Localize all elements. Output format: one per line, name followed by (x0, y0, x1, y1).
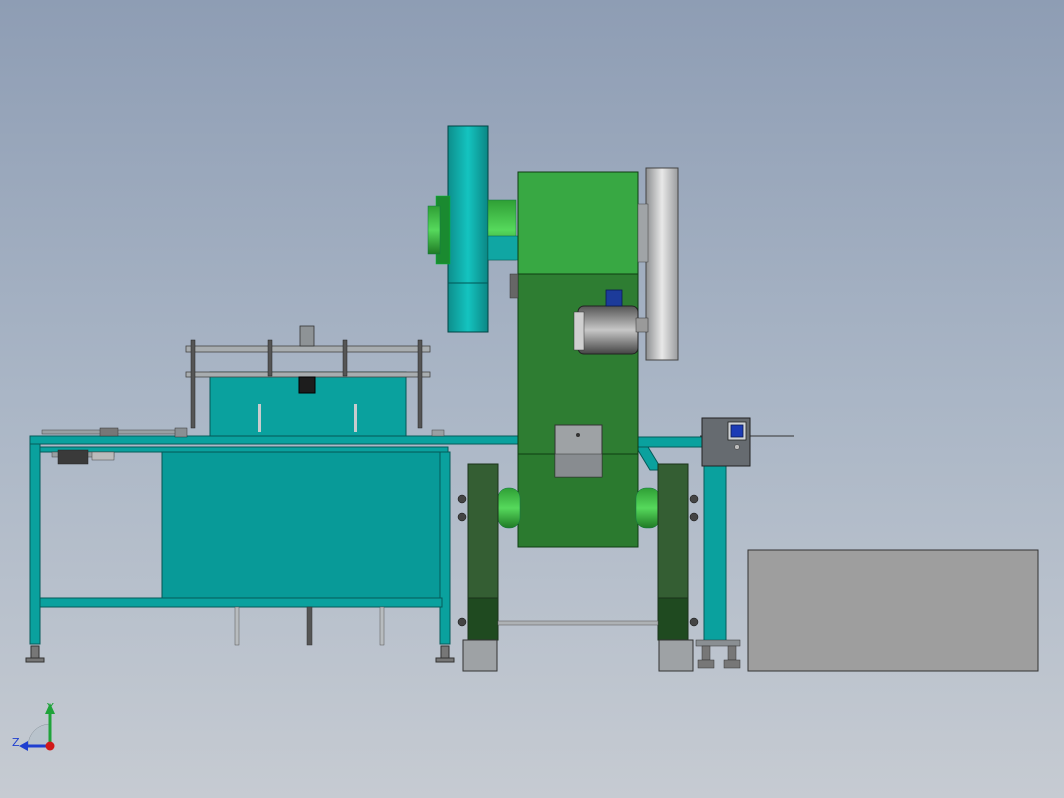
feed-table[interactable] (25, 325, 519, 663)
press-leg-left (457, 463, 499, 672)
triad-z-label: Z (12, 736, 20, 749)
table-lower-stretcher (39, 597, 443, 608)
control-button-icon[interactable] (730, 424, 744, 438)
straightener-top-bar (185, 345, 431, 353)
straightener-unit[interactable] (185, 325, 445, 437)
coordinate-axes-icon[interactable]: Y Z (12, 701, 55, 751)
punch-press[interactable] (427, 125, 794, 672)
cad-viewport[interactable]: Y Z (0, 0, 1064, 798)
table-second-rail (29, 446, 449, 453)
table-leg-left (29, 443, 41, 645)
table-leg-mid (439, 451, 451, 645)
tie-rod (497, 620, 659, 626)
press-body-top (517, 171, 639, 275)
flywheel-left[interactable] (427, 125, 519, 333)
straightener-control-box[interactable] (298, 376, 316, 394)
press-machine-model[interactable]: Y Z (0, 0, 1064, 798)
triad-origin (45, 741, 55, 751)
press-leg-right (657, 463, 699, 672)
collection-bin (747, 549, 1039, 672)
under-table-posts (234, 606, 385, 646)
straightener-knob[interactable] (299, 325, 315, 347)
table-top-rail (29, 435, 519, 445)
table-feet (25, 645, 455, 663)
triad-y-label: Y (46, 701, 54, 714)
control-panel[interactable] (701, 417, 751, 467)
table-side-panel (161, 451, 443, 599)
die-block (554, 424, 603, 478)
